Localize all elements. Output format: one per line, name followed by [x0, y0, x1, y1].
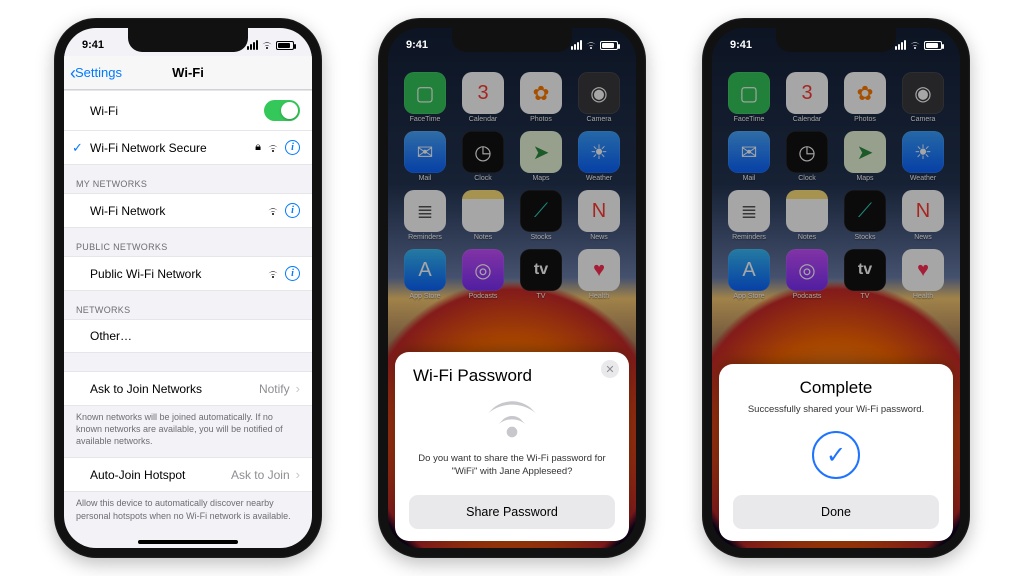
- my-network-row[interactable]: Wi-Fi Network i: [64, 193, 312, 228]
- status-time: 9:41: [406, 39, 428, 51]
- wifi-toggle-switch[interactable]: [264, 100, 300, 121]
- wifi-toggle-label: Wi-Fi: [90, 104, 118, 118]
- wifi-signal-icon: [267, 269, 279, 279]
- connected-network-row[interactable]: ✓ Wi-Fi Network Secure 🔒︎ i: [64, 131, 312, 165]
- chevron-right-icon: ›: [296, 467, 300, 482]
- battery-icon: [600, 41, 618, 50]
- cellular-signal-icon: [571, 40, 582, 50]
- wifi-status-icon: [909, 40, 921, 50]
- wifi-status-icon: [261, 40, 273, 50]
- close-button[interactable]: ✕: [601, 360, 619, 378]
- auto-join-footer: Allow this device to automatically disco…: [64, 492, 312, 523]
- phone-share-prompt: 9:41 ▢FaceTime3Calendar✿Photos◉Camera✉︎M…: [378, 18, 646, 558]
- wifi-signal-icon: [267, 143, 279, 153]
- wifi-status-icon: [585, 40, 597, 50]
- phone-wifi-settings: 9:41 ‹ Settings Wi-Fi Wi-Fi ✓ Wi-Fi Netw…: [54, 18, 322, 558]
- info-icon[interactable]: i: [285, 203, 300, 218]
- success-check-icon: ✓: [812, 431, 860, 479]
- lock-icon: 🔒︎: [255, 141, 261, 154]
- other-network-row[interactable]: Other…: [64, 319, 312, 353]
- ask-to-join-footer: Known networks will be joined automatica…: [64, 406, 312, 449]
- wifi-toggle-row[interactable]: Wi-Fi: [64, 90, 312, 131]
- sheet-title: Wi-Fi Password: [409, 366, 615, 386]
- battery-icon: [924, 41, 942, 50]
- settings-list: Wi-Fi ✓ Wi-Fi Network Secure 🔒︎ i MY NET…: [64, 90, 312, 524]
- checkmark-icon: ✓: [72, 140, 83, 156]
- nav-bar: ‹ Settings Wi-Fi: [64, 56, 312, 90]
- other-label: Other…: [90, 329, 132, 343]
- cellular-signal-icon: [247, 40, 258, 50]
- share-password-sheet: ✕ Wi-Fi Password Do you want to share th…: [395, 352, 629, 541]
- public-network-row[interactable]: Public Wi-Fi Network i: [64, 256, 312, 291]
- auto-join-value: Ask to Join: [231, 468, 290, 482]
- device-notch: [776, 28, 896, 52]
- wifi-icon: [409, 392, 615, 447]
- phone-share-complete: 9:41 ▢FaceTime3Calendar✿Photos◉Camera✉︎M…: [702, 18, 970, 558]
- wifi-signal-icon: [267, 206, 279, 216]
- page-title: Wi-Fi: [172, 65, 204, 80]
- sheet-body: Successfully shared your Wi-Fi password.: [733, 404, 939, 417]
- complete-sheet: Complete Successfully shared your Wi-Fi …: [719, 364, 953, 541]
- back-button[interactable]: ‹ Settings: [70, 64, 122, 82]
- ask-to-join-value: Notify: [259, 382, 290, 396]
- status-time: 9:41: [730, 39, 752, 51]
- connected-network-name: Wi-Fi Network Secure: [90, 141, 207, 155]
- device-notch: [128, 28, 248, 52]
- done-button[interactable]: Done: [733, 495, 939, 529]
- chevron-right-icon: ›: [296, 381, 300, 396]
- info-icon[interactable]: i: [285, 266, 300, 281]
- info-icon[interactable]: i: [285, 140, 300, 155]
- device-notch: [452, 28, 572, 52]
- auto-join-hotspot-row[interactable]: Auto-Join Hotspot Ask to Join ›: [64, 457, 312, 492]
- status-time: 9:41: [82, 39, 104, 51]
- section-header-networks: NETWORKS: [64, 291, 312, 319]
- auto-join-label: Auto-Join Hotspot: [90, 468, 185, 482]
- share-password-button[interactable]: Share Password: [409, 495, 615, 529]
- ask-to-join-row[interactable]: Ask to Join Networks Notify ›: [64, 371, 312, 406]
- network-name: Wi-Fi Network: [90, 204, 165, 218]
- sheet-title: Complete: [733, 378, 939, 398]
- cellular-signal-icon: [895, 40, 906, 50]
- ask-to-join-label: Ask to Join Networks: [90, 382, 202, 396]
- section-header-public-networks: PUBLIC NETWORKS: [64, 228, 312, 256]
- back-label: Settings: [75, 65, 122, 80]
- sheet-body: Do you want to share the Wi-Fi password …: [409, 453, 615, 479]
- battery-icon: [276, 41, 294, 50]
- network-name: Public Wi-Fi Network: [90, 267, 201, 281]
- home-indicator[interactable]: [138, 540, 238, 544]
- section-header-my-networks: MY NETWORKS: [64, 165, 312, 193]
